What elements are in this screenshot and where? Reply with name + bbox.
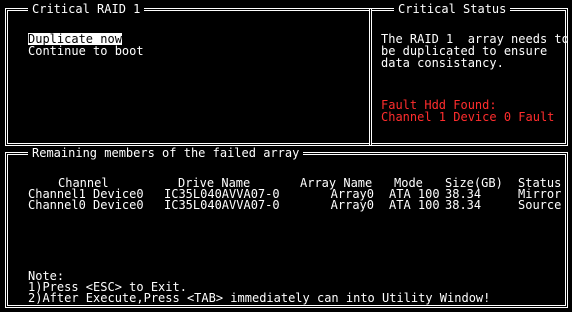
critical-raid-panel: Critical RAID 1 Duplicate now Continue t… [5, 3, 372, 146]
remaining-members-panel: Remaining members of the failed array Ch… [5, 147, 568, 308]
row-2-array-name: Array0 [330, 198, 374, 212]
row-2-status: Source [518, 198, 562, 212]
note-line-2: 2)After Execute,Press <TAB> immediately … [28, 291, 491, 305]
fault-line-2: Channel 1 Device 0 Fault [381, 110, 555, 124]
row-2-mode: ATA 100 [389, 198, 440, 212]
critical-status-panel: Critical Status The RAID 1 array needs t… [369, 3, 569, 146]
menu-item-continue-to-boot[interactable]: Continue to boot [28, 45, 144, 57]
critical-status-title: Critical Status [394, 3, 511, 15]
status-message-line-3: data consistancy. [381, 56, 504, 70]
row-2-drive-name: IC35L040AVVA07-0 [164, 198, 280, 212]
raid-bios-screen: { "raid_panel": { "title": "Critical RAI… [0, 0, 572, 312]
critical-raid-title: Critical RAID 1 [28, 3, 145, 15]
row-2-size: 38.34 [445, 198, 482, 212]
row-2-channel: Channel0 Device0 [28, 198, 144, 212]
remaining-members-title: Remaining members of the failed array [28, 147, 304, 159]
